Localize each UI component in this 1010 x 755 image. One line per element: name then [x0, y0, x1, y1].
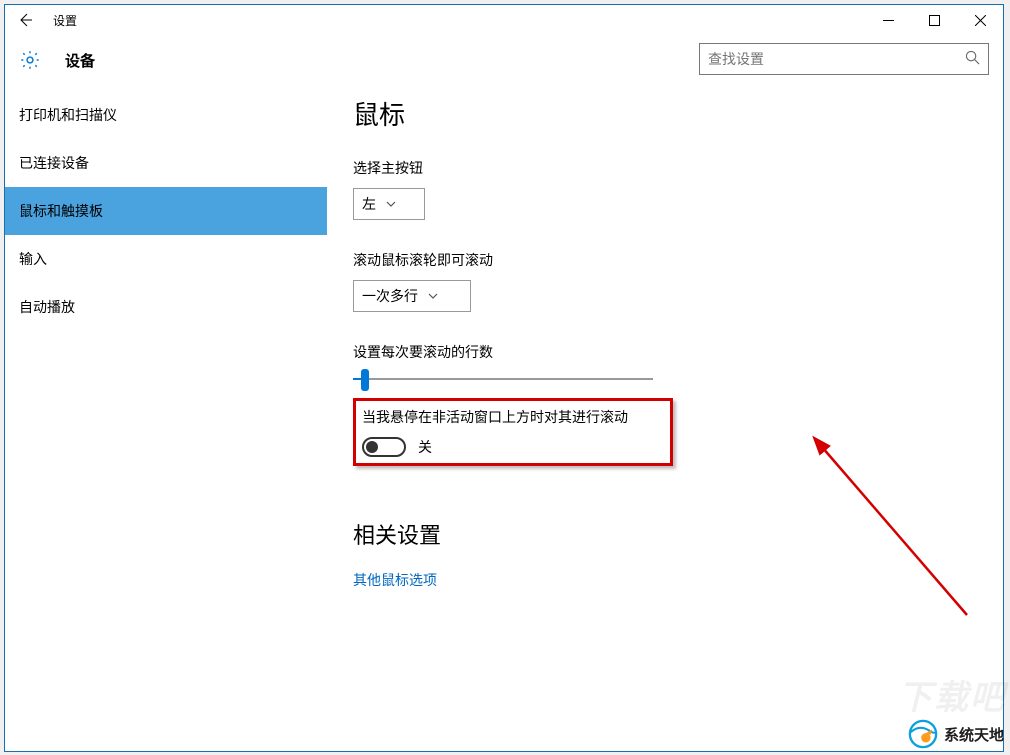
- setting-label: 设置每次要滚动的行数: [353, 342, 1003, 362]
- sidebar-item-autoplay[interactable]: 自动播放: [5, 283, 327, 331]
- slider-thumb[interactable]: [361, 369, 369, 391]
- lines-slider[interactable]: [353, 378, 653, 380]
- sidebar: 打印机和扫描仪 已连接设备 鼠标和触摸板 输入 自动播放: [5, 85, 327, 751]
- close-button[interactable]: [957, 5, 1003, 35]
- maximize-button[interactable]: [911, 5, 957, 35]
- lines-per-scroll-setting: 设置每次要滚动的行数: [353, 342, 1003, 380]
- sidebar-item-connected-devices[interactable]: 已连接设备: [5, 139, 327, 187]
- annotation-highlight: 当我悬停在非活动窗口上方时对其进行滚动 关: [353, 398, 673, 466]
- scroll-mode-setting: 滚动鼠标滚轮即可滚动 一次多行: [353, 250, 1003, 312]
- minimize-button[interactable]: [865, 5, 911, 35]
- window-controls: [865, 5, 1003, 35]
- scroll-mode-select[interactable]: 一次多行: [353, 280, 471, 312]
- chevron-down-icon: [386, 199, 396, 210]
- sidebar-item-label: 自动播放: [19, 297, 75, 317]
- toggle-knob: [366, 441, 378, 453]
- setting-label: 当我悬停在非活动窗口上方时对其进行滚动: [362, 407, 662, 427]
- hover-scroll-toggle-row: 关: [362, 437, 662, 457]
- primary-button-setting: 选择主按钮 左: [353, 158, 1003, 220]
- primary-button-select[interactable]: 左: [353, 188, 425, 220]
- other-mouse-options-link[interactable]: 其他鼠标选项: [353, 570, 1003, 590]
- select-value: 左: [362, 194, 376, 214]
- close-icon: [975, 15, 986, 26]
- settings-window: 设置 设备: [4, 4, 1004, 752]
- arrow-left-icon: [17, 12, 33, 28]
- sidebar-item-label: 鼠标和触摸板: [19, 201, 103, 221]
- sidebar-item-label: 已连接设备: [19, 153, 89, 173]
- chevron-down-icon: [428, 291, 438, 302]
- titlebar: 设置: [5, 5, 1003, 35]
- search-box[interactable]: [699, 43, 989, 75]
- minimize-icon: [883, 15, 894, 26]
- sidebar-item-label: 打印机和扫描仪: [19, 105, 117, 125]
- sidebar-item-label: 输入: [19, 249, 47, 269]
- sidebar-item-mouse-touchpad[interactable]: 鼠标和触摸板: [5, 187, 327, 235]
- setting-label: 滚动鼠标滚轮即可滚动: [353, 250, 1003, 270]
- maximize-icon: [929, 15, 940, 26]
- gear-icon: [19, 49, 41, 71]
- sidebar-item-printers[interactable]: 打印机和扫描仪: [5, 91, 327, 139]
- page-title: 鼠标: [353, 95, 1003, 132]
- window-title: 设置: [53, 12, 77, 29]
- toggle-state-text: 关: [418, 437, 432, 457]
- header: 设备: [5, 35, 1003, 85]
- category-title: 设备: [65, 50, 95, 71]
- select-value: 一次多行: [362, 286, 418, 306]
- main-content: 鼠标 选择主按钮 左 滚动鼠标滚轮即可滚动 一次多行: [327, 85, 1003, 751]
- hover-scroll-toggle[interactable]: [362, 437, 406, 457]
- body: 打印机和扫描仪 已连接设备 鼠标和触摸板 输入 自动播放 鼠标 选择主按钮 左 …: [5, 85, 1003, 751]
- setting-label: 选择主按钮: [353, 158, 1003, 178]
- sidebar-item-typing[interactable]: 输入: [5, 235, 327, 283]
- search-icon: [965, 50, 980, 68]
- related-settings-heading: 相关设置: [353, 518, 1003, 550]
- search-input[interactable]: [708, 51, 965, 67]
- back-button[interactable]: [5, 5, 45, 35]
